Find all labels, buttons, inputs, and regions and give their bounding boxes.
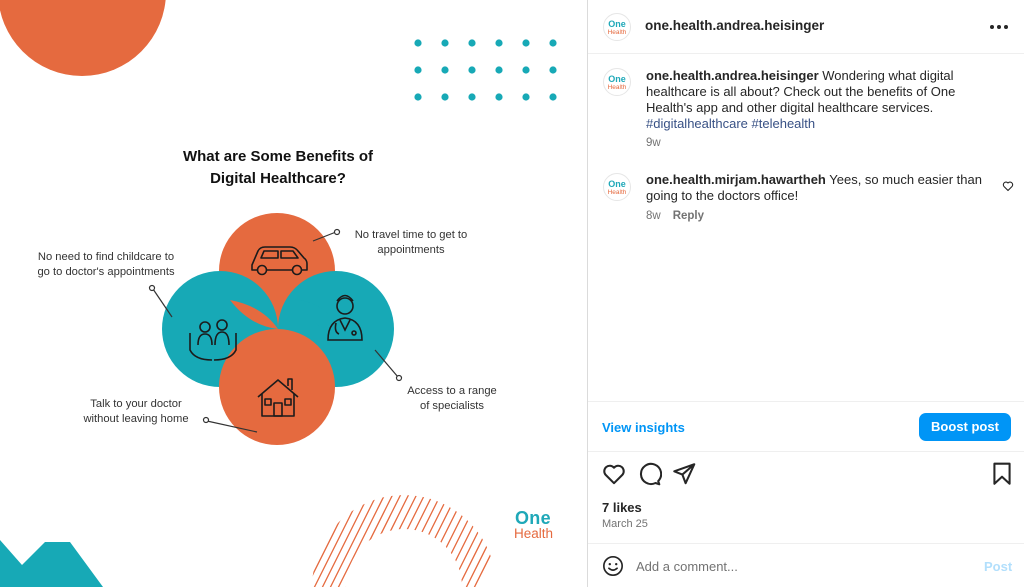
decor-orange-circle [0, 0, 166, 76]
comment-username[interactable]: one.health.mirjam.hawartheh [646, 172, 826, 187]
comment-avatar-line1: One [608, 179, 626, 189]
benefit-childcare-line2: go to doctor's appointments [37, 266, 175, 278]
comment-text: one.health.mirjam.hawartheh Yees, so muc… [646, 172, 991, 204]
caption-avatar[interactable]: One Health [603, 68, 631, 96]
comment-time: 8w [646, 210, 661, 222]
comment-like-icon[interactable] [1002, 180, 1014, 192]
image-title-line2: Digital Healthcare? [210, 170, 346, 187]
decor-teal-triangles [0, 540, 103, 587]
comment-avatar[interactable]: One Health [603, 173, 631, 201]
image-title-line1: What are Some Benefits of [182, 148, 374, 165]
image-title: What are Some Benefits of Digital Health… [148, 146, 408, 190]
benefit-home: Talk to your doctor without leaving home [70, 397, 202, 427]
reply-button[interactable]: Reply [673, 210, 704, 222]
comment-input[interactable] [636, 554, 956, 578]
benefit-specialists-line2: of specialists [419, 400, 485, 412]
benefit-specialists-line1: Access to a range [407, 385, 497, 397]
logo-health: Health [514, 526, 554, 541]
avatar-text-line1: One [608, 19, 626, 29]
post-header: One Health one.health.andrea.heisinger [588, 0, 1024, 54]
hashtag-telehealth[interactable]: #telehealth [752, 116, 816, 131]
benefit-childcare: No need to find childcare to go to docto… [22, 250, 190, 280]
post-comment-button[interactable]: Post [984, 559, 1012, 574]
decor-hatched-arc [312, 495, 496, 587]
benefit-travel-line2: appointments [377, 244, 445, 256]
avatar[interactable]: One Health [603, 13, 631, 41]
benefit-home-line1: Talk to your doctor [90, 398, 182, 410]
avatar-text-line2: Health [607, 29, 627, 36]
benefit-travel: No travel time to get to appointments [345, 228, 477, 258]
add-comment-bar: Post [588, 543, 1024, 587]
post-side-panel: One Health one.health.andrea.heisinger O… [587, 0, 1024, 587]
boost-post-button[interactable]: Boost post [919, 413, 1011, 441]
comment-meta: 8w Reply [646, 210, 704, 222]
hashtag-digitalhealthcare[interactable]: #digitalhealthcare [646, 116, 748, 131]
caption-username[interactable]: one.health.andrea.heisinger [646, 68, 819, 83]
comment-icon[interactable] [636, 461, 662, 487]
share-icon[interactable] [671, 461, 697, 487]
benefit-travel-line1: No travel time to get to [354, 229, 468, 241]
benefit-specialists: Access to a range of specialists [398, 384, 506, 414]
heart-icon[interactable] [601, 461, 627, 487]
view-insights-link[interactable]: View insights [602, 420, 685, 435]
post-date: March 25 [602, 518, 648, 530]
more-icon[interactable] [990, 25, 1008, 29]
header-username[interactable]: one.health.andrea.heisinger [645, 18, 824, 33]
emoji-icon[interactable] [602, 555, 624, 577]
benefit-childcare-line1: No need to find childcare to [37, 251, 175, 263]
action-bar [588, 461, 1024, 489]
likes-count[interactable]: 7 likes [602, 500, 642, 515]
caption-avatar-line2: Health [607, 84, 627, 91]
insights-bar: View insights Boost post [588, 401, 1024, 452]
bookmark-icon[interactable] [989, 461, 1015, 487]
benefit-home-line2: without leaving home [83, 413, 189, 425]
caption-text: one.health.andrea.heisinger Wondering wh… [646, 68, 991, 132]
caption-time: 9w [646, 137, 661, 149]
comment-avatar-line2: Health [607, 189, 627, 196]
caption-avatar-line1: One [608, 74, 626, 84]
decor-dot-grid [414, 39, 557, 101]
post-graphic [0, 0, 557, 587]
post-image[interactable]: What are Some Benefits of Digital Health… [0, 0, 587, 587]
